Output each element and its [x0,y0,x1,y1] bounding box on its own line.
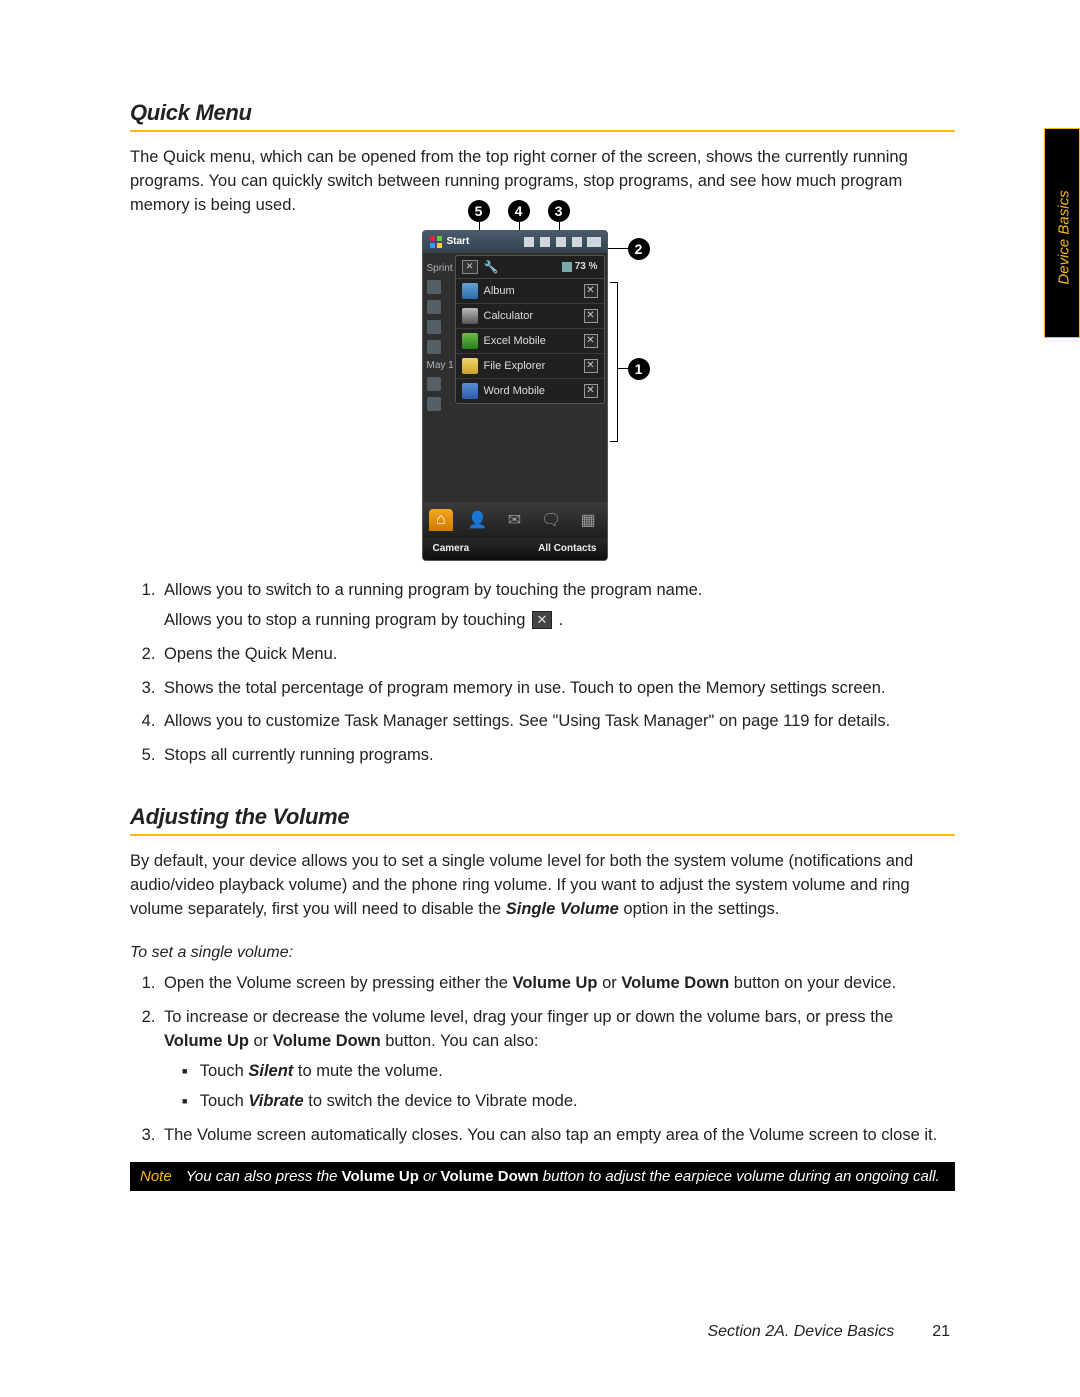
mail-icon [427,320,441,334]
more-tab-icon: ▦ [576,509,600,531]
battery-icon [572,237,582,247]
people-tab-icon: 👤 [466,509,490,531]
home-tab-icon: ⌂ [429,509,453,531]
volume-steps: Open the Volume screen by pressing eithe… [130,972,955,1148]
callout-4: 4 [508,200,530,222]
qm-row-excel[interactable]: Excel Mobile ✕ [456,329,604,354]
callout-2: 2 [628,238,650,260]
legend-1b-pre: Allows you to stop a running program by … [164,611,530,629]
callout-1: 1 [628,358,650,380]
qm-label: File Explorer [484,360,546,372]
footer-section: Section 2A. Device Basics [707,1323,894,1341]
lead-2 [606,248,630,250]
status-icon [524,237,534,247]
quick-menu-intro: The Quick menu, which can be opened from… [130,146,955,218]
legend-item-2: Opens the Quick Menu. [160,643,955,667]
quick-menu-header: ✕ 🔧 73 % [456,256,604,279]
qm-label: Album [484,285,515,297]
close-calculator-button[interactable]: ✕ [584,309,598,323]
heading-quick-menu: Quick Menu [130,100,955,132]
qm-label: Word Mobile [484,385,546,397]
legend-item-5: Stops all currently running programs. [160,744,955,768]
vol-intro-post: option in the settings. [619,900,780,918]
date-label: May 1 [427,360,454,371]
bracket-1 [610,282,618,442]
close-word-button[interactable]: ✕ [584,384,598,398]
callout-3: 3 [548,200,570,222]
qm-row-album[interactable]: Album ✕ [456,279,604,304]
start-label: Start [447,236,470,247]
phone-icon [427,377,441,391]
subhead-single-volume: To set a single volume: [130,944,955,962]
vol-step-2: To increase or decrease the volume level… [160,1006,955,1114]
qm-label: Calculator [484,310,534,322]
qm-row-word[interactable]: Word Mobile ✕ [456,379,604,403]
qm-row-calculator[interactable]: Calculator ✕ [456,304,604,329]
vol-step-3: The Volume screen automatically closes. … [160,1124,955,1148]
legend-1b-post: . [559,611,564,629]
word-icon [462,383,478,399]
side-tab-label: Device Basics [1056,185,1073,291]
inline-close-icon: ✕ [532,611,552,629]
close-all-button[interactable]: ✕ [462,260,478,274]
page-content: Quick Menu The Quick menu, which can be … [130,100,955,1191]
side-tab: Device Basics [1044,128,1080,338]
legend-item-3: Shows the total percentage of program me… [160,677,955,701]
callout-5: 5 [468,200,490,222]
softkey-left: Camera [433,543,470,554]
status-bar: Start [423,231,607,253]
settings-wrench-icon[interactable]: 🔧 [484,260,499,274]
quick-menu-legend: Allows you to switch to a running progra… [130,579,955,769]
close-album-button[interactable]: ✕ [584,284,598,298]
vol-step-1: Open the Volume screen by pressing eithe… [160,972,955,996]
excel-icon [462,333,478,349]
legend-item-1: Allows you to switch to a running progra… [160,579,955,633]
carrier-label: Sprint [427,263,453,274]
calculator-icon [462,308,478,324]
heading-adjusting-volume: Adjusting the Volume [130,804,955,836]
vol-bullet-silent: Touch Silent to mute the volume. [182,1060,955,1084]
note-body: You can also press the Volume Up or Volu… [186,1168,940,1185]
calendar-icon [427,397,441,411]
note-box: Note You can also press the Volume Up or… [130,1162,955,1191]
close-explorer-button[interactable]: ✕ [584,359,598,373]
chat-tab-icon: 🗨 [539,509,563,531]
close-excel-button[interactable]: ✕ [584,334,598,348]
vol-intro-bold: Single Volume [506,900,619,918]
clock-icon [427,280,441,294]
legend-1a: Allows you to switch to a running progra… [164,581,702,599]
album-icon [462,283,478,299]
qm-label: Excel Mobile [484,335,546,347]
weather-icon [427,300,441,314]
home-tabs: ⌂ 👤 ✉ 🗨 ▦ [423,502,607,538]
mail-tab-icon: ✉ [502,509,526,531]
volume-intro: By default, your device allows you to se… [130,850,955,922]
bell-icon [427,340,441,354]
footer-page-number: 21 [932,1323,950,1341]
file-explorer-icon [462,358,478,374]
qm-row-explorer[interactable]: File Explorer ✕ [456,354,604,379]
phone-screenshot: Start Sprint May 1 [422,230,608,561]
quick-menu-figure: 5 4 3 2 1 Start [130,230,955,561]
softkey-right: All Contacts [538,543,596,554]
memory-indicator[interactable]: 73 % [562,261,598,272]
start-flag-icon [429,235,443,249]
memory-value: 73 % [575,261,598,272]
lead-1 [618,368,630,370]
speaker-icon [556,237,566,247]
vol-step-2-bullets: Touch Silent to mute the volume. Touch V… [164,1060,955,1114]
quickmenu-open-icon [587,237,601,247]
quick-menu-panel: ✕ 🔧 73 % Album ✕ Calculator [455,255,605,404]
signal-icon [540,237,550,247]
page-footer: Section 2A. Device Basics 21 [707,1323,950,1341]
legend-item-4: Allows you to customize Task Manager set… [160,710,955,734]
memory-icon [562,262,572,272]
note-label: Note [140,1168,172,1185]
vol-bullet-vibrate: Touch Vibrate to switch the device to Vi… [182,1090,955,1114]
soft-key-bar: Camera All Contacts [423,538,607,560]
